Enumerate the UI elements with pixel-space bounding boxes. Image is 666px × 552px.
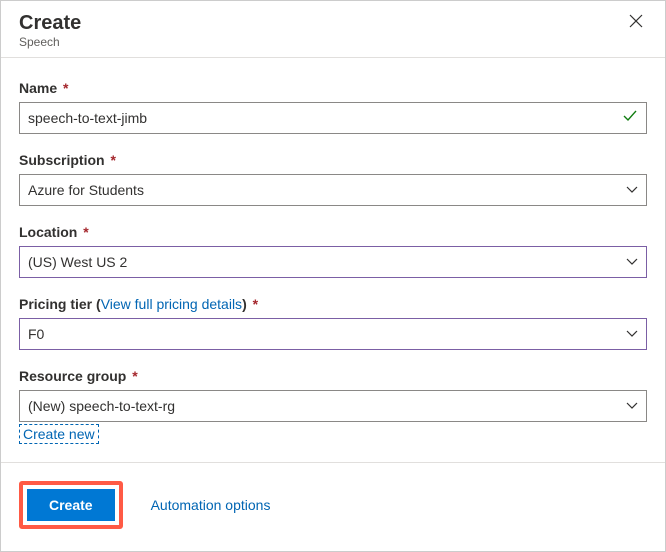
required-asterisk: * xyxy=(249,296,258,312)
chevron-down-icon xyxy=(626,256,638,268)
resource-group-value: (New) speech-to-text-rg xyxy=(28,398,620,414)
location-value: (US) West US 2 xyxy=(28,254,620,270)
create-button[interactable]: Create xyxy=(27,489,115,521)
chevron-down-icon xyxy=(626,400,638,412)
dialog-subtitle: Speech xyxy=(19,35,81,49)
header-titles: Create Speech xyxy=(19,11,81,49)
subscription-select[interactable]: Azure for Students xyxy=(19,174,647,206)
create-new-link[interactable]: Create new xyxy=(19,424,99,444)
resource-group-label-text: Resource group xyxy=(19,368,126,384)
pricing-label: Pricing tier (View full pricing details)… xyxy=(19,296,647,312)
field-pricing-tier: Pricing tier (View full pricing details)… xyxy=(19,296,647,350)
name-label-text: Name xyxy=(19,80,57,96)
subscription-value: Azure for Students xyxy=(28,182,620,198)
dialog-title: Create xyxy=(19,11,81,35)
location-label: Location * xyxy=(19,224,647,240)
dialog-footer: Create Automation options xyxy=(1,462,665,551)
create-button-highlight: Create xyxy=(19,481,123,529)
location-select[interactable]: (US) West US 2 xyxy=(19,246,647,278)
pricing-value: F0 xyxy=(28,326,620,342)
subscription-label-text: Subscription xyxy=(19,152,105,168)
required-asterisk: * xyxy=(59,80,68,96)
dialog-header: Create Speech xyxy=(1,1,665,58)
location-label-text: Location xyxy=(19,224,77,240)
field-name: Name * xyxy=(19,80,647,134)
close-icon[interactable] xyxy=(625,11,647,33)
required-asterisk: * xyxy=(79,224,88,240)
chevron-down-icon xyxy=(626,328,638,340)
name-input[interactable] xyxy=(28,110,622,126)
pricing-label-suffix: ) xyxy=(242,296,247,312)
name-input-wrap[interactable] xyxy=(19,102,647,134)
required-asterisk: * xyxy=(107,152,116,168)
field-resource-group: Resource group * (New) speech-to-text-rg… xyxy=(19,368,647,444)
subscription-label: Subscription * xyxy=(19,152,647,168)
pricing-details-link[interactable]: View full pricing details xyxy=(101,296,242,312)
name-label: Name * xyxy=(19,80,647,96)
check-icon xyxy=(622,108,638,129)
required-asterisk: * xyxy=(128,368,137,384)
pricing-select[interactable]: F0 xyxy=(19,318,647,350)
chevron-down-icon xyxy=(626,184,638,196)
resource-group-label: Resource group * xyxy=(19,368,647,384)
field-location: Location * (US) West US 2 xyxy=(19,224,647,278)
field-subscription: Subscription * Azure for Students xyxy=(19,152,647,206)
form-body: Name * Subscription * Azure for Students… xyxy=(1,58,665,458)
automation-options-link[interactable]: Automation options xyxy=(151,497,271,513)
pricing-label-prefix: Pricing tier ( xyxy=(19,296,101,312)
resource-group-select[interactable]: (New) speech-to-text-rg xyxy=(19,390,647,422)
